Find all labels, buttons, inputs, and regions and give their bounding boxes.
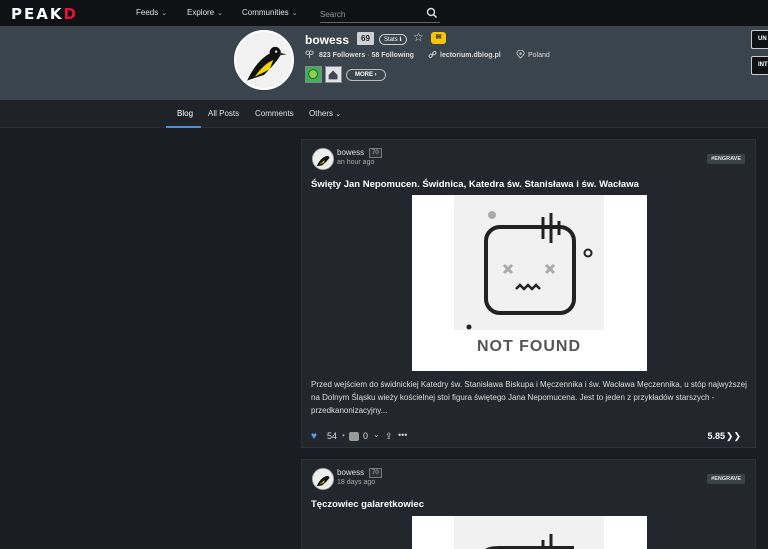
info-icon: ℹ: [399, 37, 402, 43]
megaphone-badge-icon[interactable]: ✉: [431, 32, 446, 44]
post-card[interactable]: bowess 70 an hour ago #ENGRAVE Święty Ja…: [301, 139, 756, 448]
star-icon[interactable]: ☆: [413, 30, 424, 44]
tab-others[interactable]: Others ⌄: [309, 109, 341, 118]
post-author-avatar[interactable]: [312, 468, 334, 490]
tab-all-posts[interactable]: All Posts: [208, 109, 239, 118]
reputation-badge: 69: [357, 32, 374, 45]
post-author[interactable]: bowess: [337, 468, 364, 477]
location: Poland: [516, 50, 550, 59]
chevron-down-icon: ⌄: [291, 10, 298, 17]
share-icon[interactable]: ⇪: [385, 431, 393, 442]
chevron-down-icon[interactable]: ⌄: [373, 430, 380, 439]
follow-counts: 823 Followers · 58 Following: [305, 50, 414, 59]
post-title[interactable]: Tęczowiec galaretkowiec: [311, 499, 424, 510]
link-icon: [428, 51, 437, 58]
post-image-not-found[interactable]: NOT FOUND: [412, 195, 647, 371]
separator: ·: [367, 52, 370, 59]
map-pin-icon: [516, 50, 525, 59]
comment-icon[interactable]: [349, 432, 359, 441]
post-card[interactable]: bowess 70 18 days ago #ENGRAVE Tęczowiec…: [301, 459, 756, 549]
tab-blog[interactable]: Blog: [177, 109, 193, 118]
post-payout[interactable]: 5.85: [707, 431, 725, 441]
house-badge-icon[interactable]: [325, 66, 342, 83]
green-badge-icon[interactable]: [305, 66, 322, 83]
not-found-illustration: [454, 516, 604, 549]
chevron-down-icon: ⌄: [335, 111, 342, 118]
search-input[interactable]: [320, 5, 420, 24]
post-author-avatar[interactable]: [312, 148, 334, 170]
stats-button[interactable]: Stats ℹ: [379, 34, 407, 45]
separator-dot: •: [342, 431, 345, 440]
nav-communities[interactable]: Communities ⌄: [242, 8, 298, 17]
post-author-reputation: 70: [369, 148, 382, 158]
not-found-caption: NOT FOUND: [477, 338, 581, 355]
search-box: [320, 4, 440, 24]
avatar[interactable]: [234, 30, 294, 90]
more-button[interactable]: MORE ›: [346, 69, 386, 81]
heart-icon[interactable]: ♥: [311, 431, 317, 442]
more-options-icon[interactable]: •••: [398, 430, 407, 440]
post-time[interactable]: an hour ago: [337, 159, 374, 166]
post-tag[interactable]: #ENGRAVE: [707, 474, 745, 484]
post-footer: ♥ 54 • 0 ⌄ ⇪ ••• 5.85 ❯❯: [311, 430, 749, 443]
top-nav: PEAKD Feeds ⌄ Explore ⌄ Communities ⌄: [0, 0, 768, 26]
post-tag[interactable]: #ENGRAVE: [707, 154, 745, 164]
hive-icon: ❯❯: [725, 431, 741, 441]
bird-avatar-image: [236, 32, 292, 88]
profile-tabs: Blog All Posts Comments Others ⌄: [0, 100, 768, 128]
profile-header: bowess 69 Stats ℹ ☆ ✉ 823 Followers · 58…: [0, 26, 768, 100]
post-author[interactable]: bowess: [337, 148, 364, 157]
post-author-reputation: 70: [369, 468, 382, 478]
post-time[interactable]: 18 days ago: [337, 479, 375, 486]
interactions-button[interactable]: INTER: [751, 56, 768, 75]
active-tab-indicator: [166, 126, 201, 128]
followers-icon: [305, 50, 314, 59]
vote-count[interactable]: 54: [327, 431, 337, 441]
nav-explore[interactable]: Explore ⌄: [187, 8, 223, 17]
tab-comments[interactable]: Comments: [255, 109, 294, 118]
following-count[interactable]: 58 Following: [372, 52, 414, 59]
post-excerpt[interactable]: Przed wejściem do świdnickiej Katedry św…: [311, 378, 749, 417]
post-image-not-found[interactable]: [412, 516, 647, 549]
peakd-logo[interactable]: PEAKD: [11, 5, 78, 23]
nav-feeds[interactable]: Feeds ⌄: [136, 8, 167, 17]
post-title[interactable]: Święty Jan Nepomucen. Świdnica, Katedra …: [311, 179, 639, 190]
profile-username[interactable]: bowess: [305, 33, 349, 47]
chevron-right-icon: ›: [374, 72, 377, 78]
chevron-down-icon: ⌄: [217, 10, 223, 17]
not-found-illustration: NOT FOUND: [454, 195, 604, 355]
comment-count[interactable]: 0: [363, 431, 368, 441]
chevron-down-icon: ⌄: [161, 10, 168, 17]
unfollow-button[interactable]: UN: [751, 30, 768, 49]
website-link[interactable]: lectorium.dblog.pl: [428, 50, 501, 59]
search-icon[interactable]: [426, 7, 438, 19]
followers-count[interactable]: 823 Followers: [319, 52, 365, 59]
